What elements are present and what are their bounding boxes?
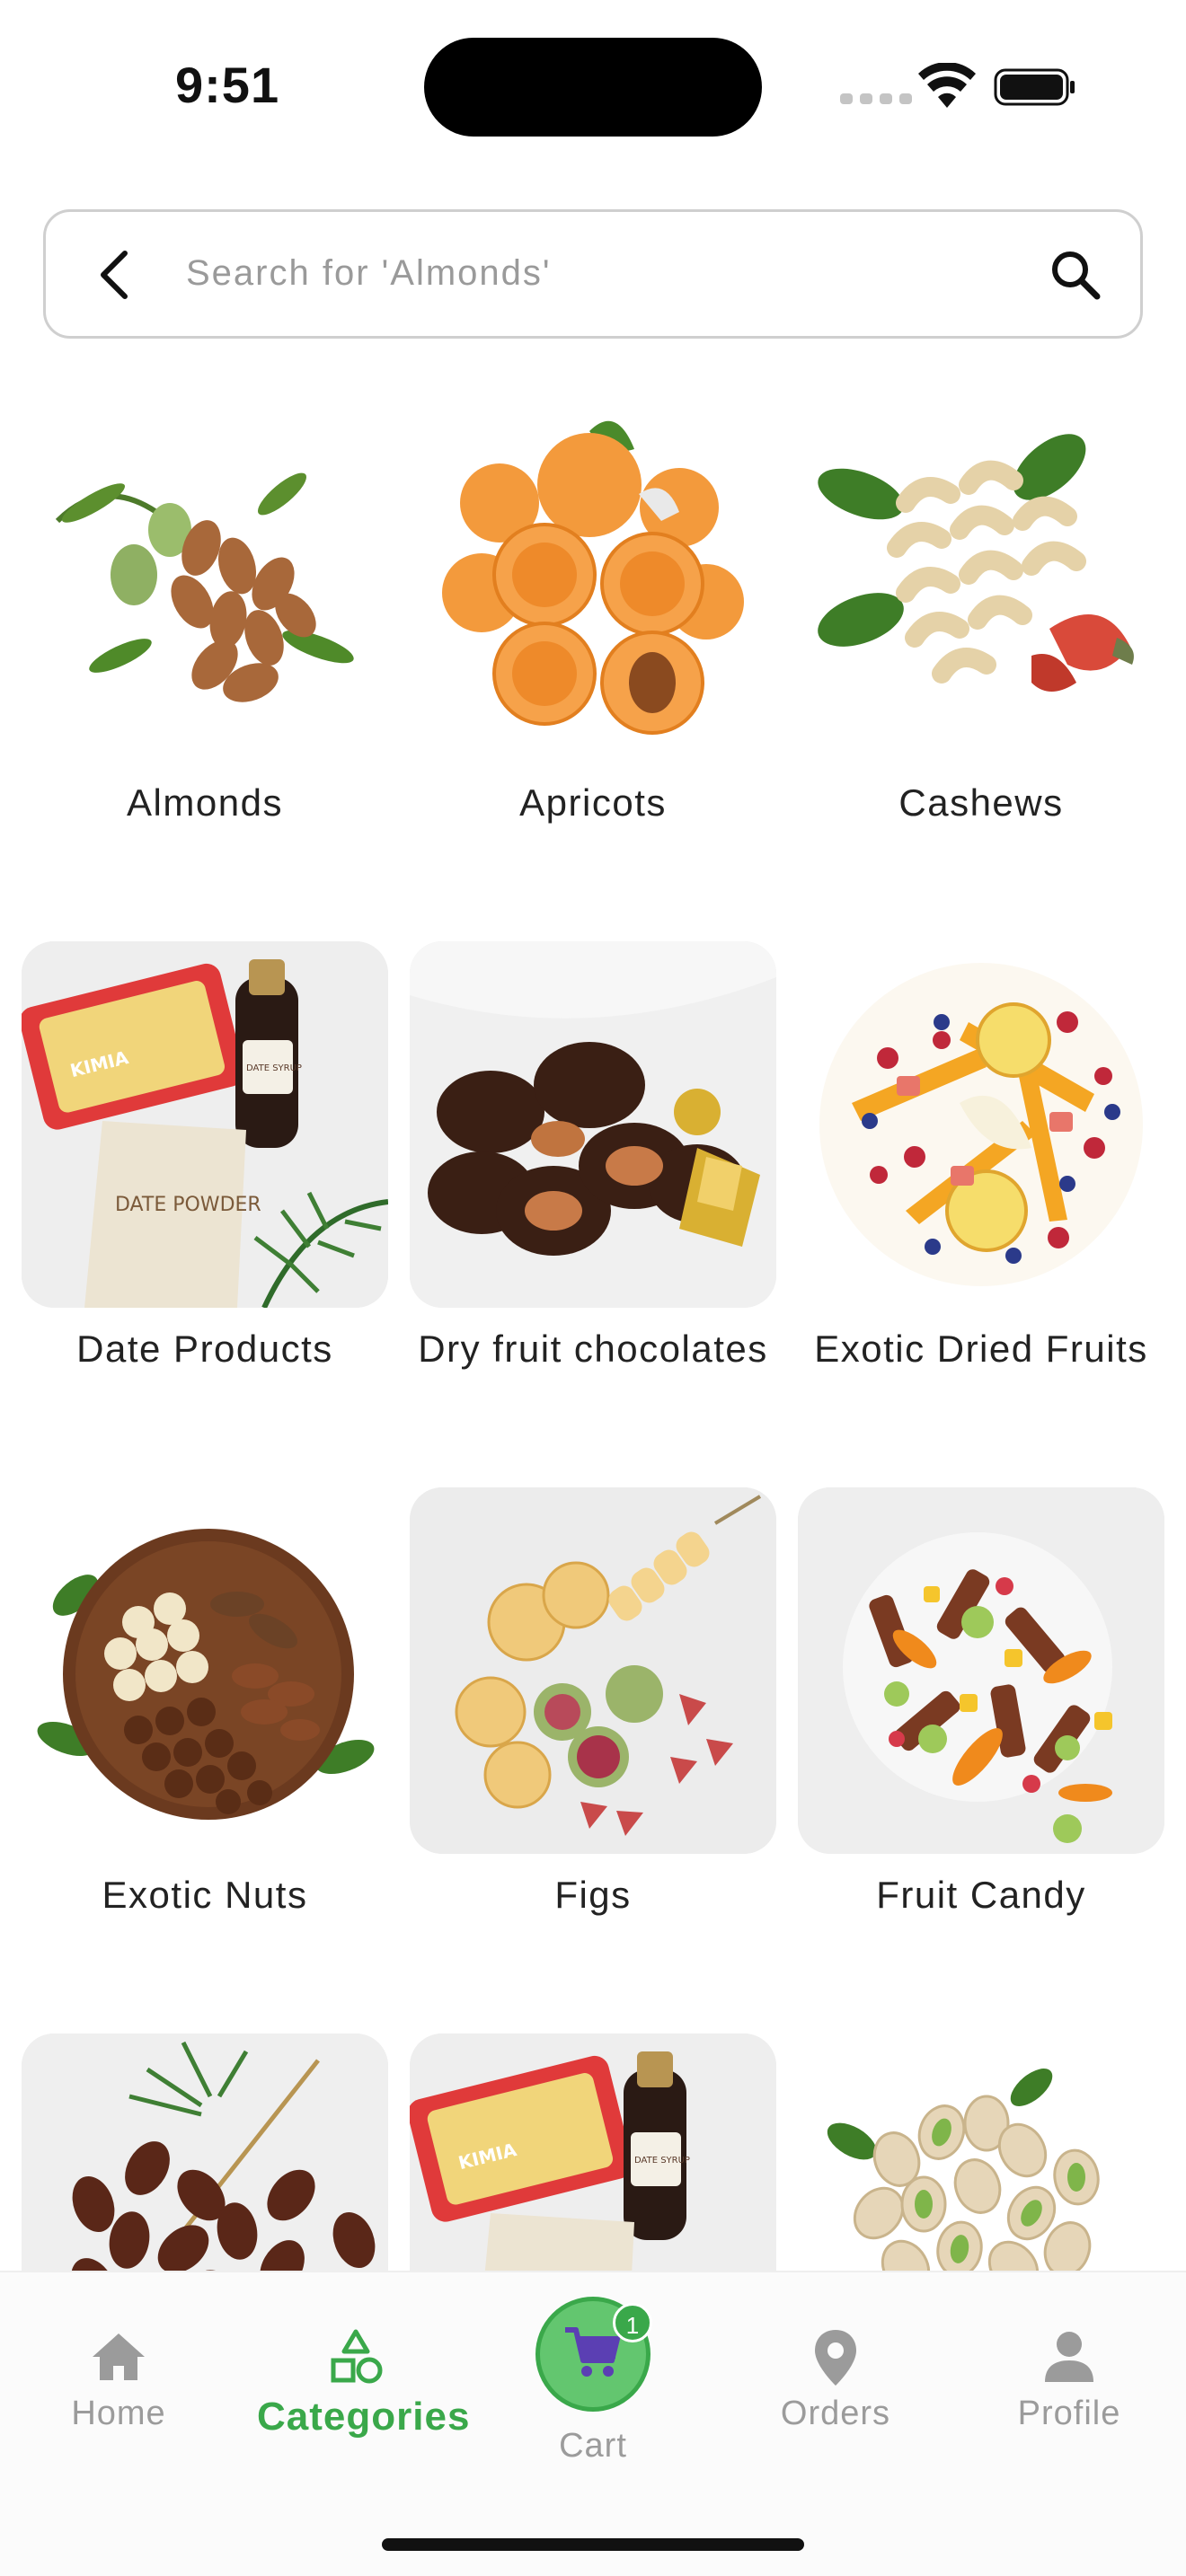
date-powder-text: DATE POWDER [115, 1194, 261, 1216]
nav-orders-label: Orders [780, 2395, 891, 2432]
status-bar: 9:51 [0, 0, 1186, 171]
search-icon[interactable] [1049, 248, 1102, 302]
category-exotic-dried-fruits[interactable]: Exotic Dried Fruits [798, 941, 1164, 1370]
category-fruit-candy[interactable]: Fruit Candy [798, 1487, 1164, 1916]
date-syrup-text: DATE SYRUP [634, 2156, 690, 2166]
category-almonds[interactable]: Almonds [22, 395, 388, 824]
figs-image [410, 1487, 776, 1854]
categories-icon [331, 2329, 383, 2384]
dry-fruit-chocolates-image [410, 941, 776, 1308]
date-products-image: KIMIA DATE SYRUP DATE POWDER [22, 941, 388, 1308]
category-label: Exotic Dried Fruits [814, 1328, 1148, 1370]
location-pin-icon [815, 2330, 856, 2386]
nav-categories-label: Categories [257, 2395, 471, 2439]
home-indicator[interactable] [382, 2538, 804, 2551]
nav-profile[interactable]: Profile [970, 2326, 1168, 2433]
nav-home-label: Home [71, 2395, 166, 2432]
category-label: Figs [554, 1874, 632, 1916]
cart-count-badge: 1 [613, 2303, 652, 2342]
nav-categories[interactable]: Categories [257, 2326, 471, 2439]
category-label: Exotic Nuts [102, 1874, 308, 1916]
wifi-icon [918, 63, 976, 108]
date-syrup-text: DATE SYRUP [246, 1063, 302, 1073]
status-time: 9:51 [175, 57, 280, 113]
category-dry-fruit-chocolates[interactable]: Dry fruit chocolates [410, 941, 776, 1370]
nav-profile-label: Profile [1017, 2395, 1121, 2432]
category-label: Date Products [76, 1328, 333, 1370]
category-date-products[interactable]: KIMIA DATE SYRUP DATE POWDER Date Produc… [22, 941, 388, 1370]
search-bar[interactable]: Search for 'Almonds' [43, 209, 1143, 339]
exotic-dried-fruits-image [798, 941, 1164, 1308]
profile-icon [1045, 2332, 1093, 2382]
bottom-navigation: Home Categories 1 Cart Orders Profile [0, 2271, 1186, 2576]
home-icon [93, 2333, 145, 2380]
category-label: Dry fruit chocolates [418, 1328, 768, 1370]
cashews-image [798, 395, 1164, 762]
battery-icon [994, 68, 1075, 106]
cellular-signal-icon [840, 93, 912, 104]
nav-cart-label: Cart [559, 2427, 627, 2465]
almonds-image [22, 395, 388, 762]
exotic-nuts-image [22, 1487, 388, 1854]
category-label: Almonds [127, 781, 283, 824]
category-figs[interactable]: Figs [410, 1487, 776, 1916]
nav-home[interactable]: Home [20, 2326, 217, 2433]
apricots-image [410, 395, 776, 762]
category-exotic-nuts[interactable]: Exotic Nuts [22, 1487, 388, 1916]
category-label: Fruit Candy [876, 1874, 1086, 1916]
fruit-candy-image [798, 1487, 1164, 1854]
back-arrow-icon[interactable] [89, 248, 143, 302]
dynamic-island [424, 38, 762, 137]
category-apricots[interactable]: Apricots [410, 395, 776, 824]
search-input[interactable]: Search for 'Almonds' [186, 253, 552, 294]
nav-orders[interactable]: Orders [737, 2326, 934, 2433]
category-cashews[interactable]: Cashews [798, 395, 1164, 824]
category-label: Cashews [898, 781, 1064, 824]
category-label: Apricots [519, 781, 667, 824]
